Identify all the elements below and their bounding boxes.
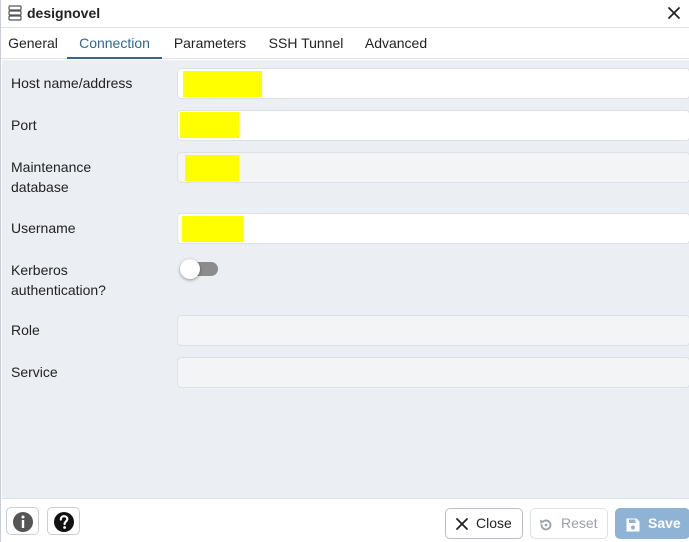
tab-general[interactable]: General: [7, 28, 59, 59]
reset-button[interactable]: Reset: [530, 508, 608, 539]
kerberos-toggle[interactable]: [180, 259, 220, 279]
tab-parameters[interactable]: Parameters: [171, 28, 249, 59]
close-button-label: Close: [476, 515, 512, 531]
service-label: Service: [11, 364, 58, 380]
info-icon: [13, 512, 33, 532]
close-button[interactable]: Close: [445, 508, 523, 539]
tab-ssh-tunnel[interactable]: SSH Tunnel: [267, 28, 345, 59]
connection-form: Host name/address Port Maintenance datab…: [2, 60, 689, 498]
host-value-redacted: [183, 71, 262, 97]
host-label: Host name/address: [11, 75, 133, 91]
dialog-title: designovel: [27, 5, 101, 21]
reset-button-label: Reset: [561, 515, 598, 531]
role-label: Role: [11, 322, 40, 338]
title-bar: designovel: [1, 0, 689, 28]
port-label: Port: [11, 117, 37, 133]
save-icon: [626, 518, 640, 532]
maintenance-db-value-redacted: [185, 155, 239, 181]
tab-bar: General Connection Parameters SSH Tunnel…: [1, 28, 689, 59]
save-button-label: Save: [648, 515, 681, 531]
port-value-redacted: [180, 112, 239, 138]
dialog-footer: Close Reset Save: [2, 498, 689, 542]
maintenance-db-label-line2: database: [11, 179, 69, 195]
close-icon: [456, 518, 468, 530]
connection-dialog: designovel General Connection Parameters…: [0, 0, 689, 542]
username-label: Username: [11, 220, 76, 236]
kerberos-label-line1: Kerberos: [11, 262, 68, 278]
save-button[interactable]: Save: [615, 508, 689, 539]
port-input[interactable]: [177, 110, 689, 141]
username-value-redacted: [182, 216, 243, 242]
server-icon: [8, 5, 22, 21]
role-input: [177, 315, 689, 346]
reset-icon: [540, 519, 552, 531]
help-icon: [54, 512, 74, 532]
help-button[interactable]: [47, 507, 80, 535]
tab-connection[interactable]: Connection: [67, 28, 162, 59]
toggle-knob: [180, 259, 200, 279]
username-input[interactable]: [177, 213, 689, 244]
maintenance-db-input: [177, 152, 689, 183]
close-icon[interactable]: [664, 3, 684, 23]
host-input[interactable]: [177, 68, 689, 99]
tab-advanced[interactable]: Advanced: [363, 28, 429, 59]
service-input: [177, 357, 689, 388]
info-button[interactable]: [6, 507, 39, 535]
kerberos-label-line2: authentication?: [11, 282, 106, 298]
maintenance-db-label-line1: Maintenance: [11, 159, 92, 175]
